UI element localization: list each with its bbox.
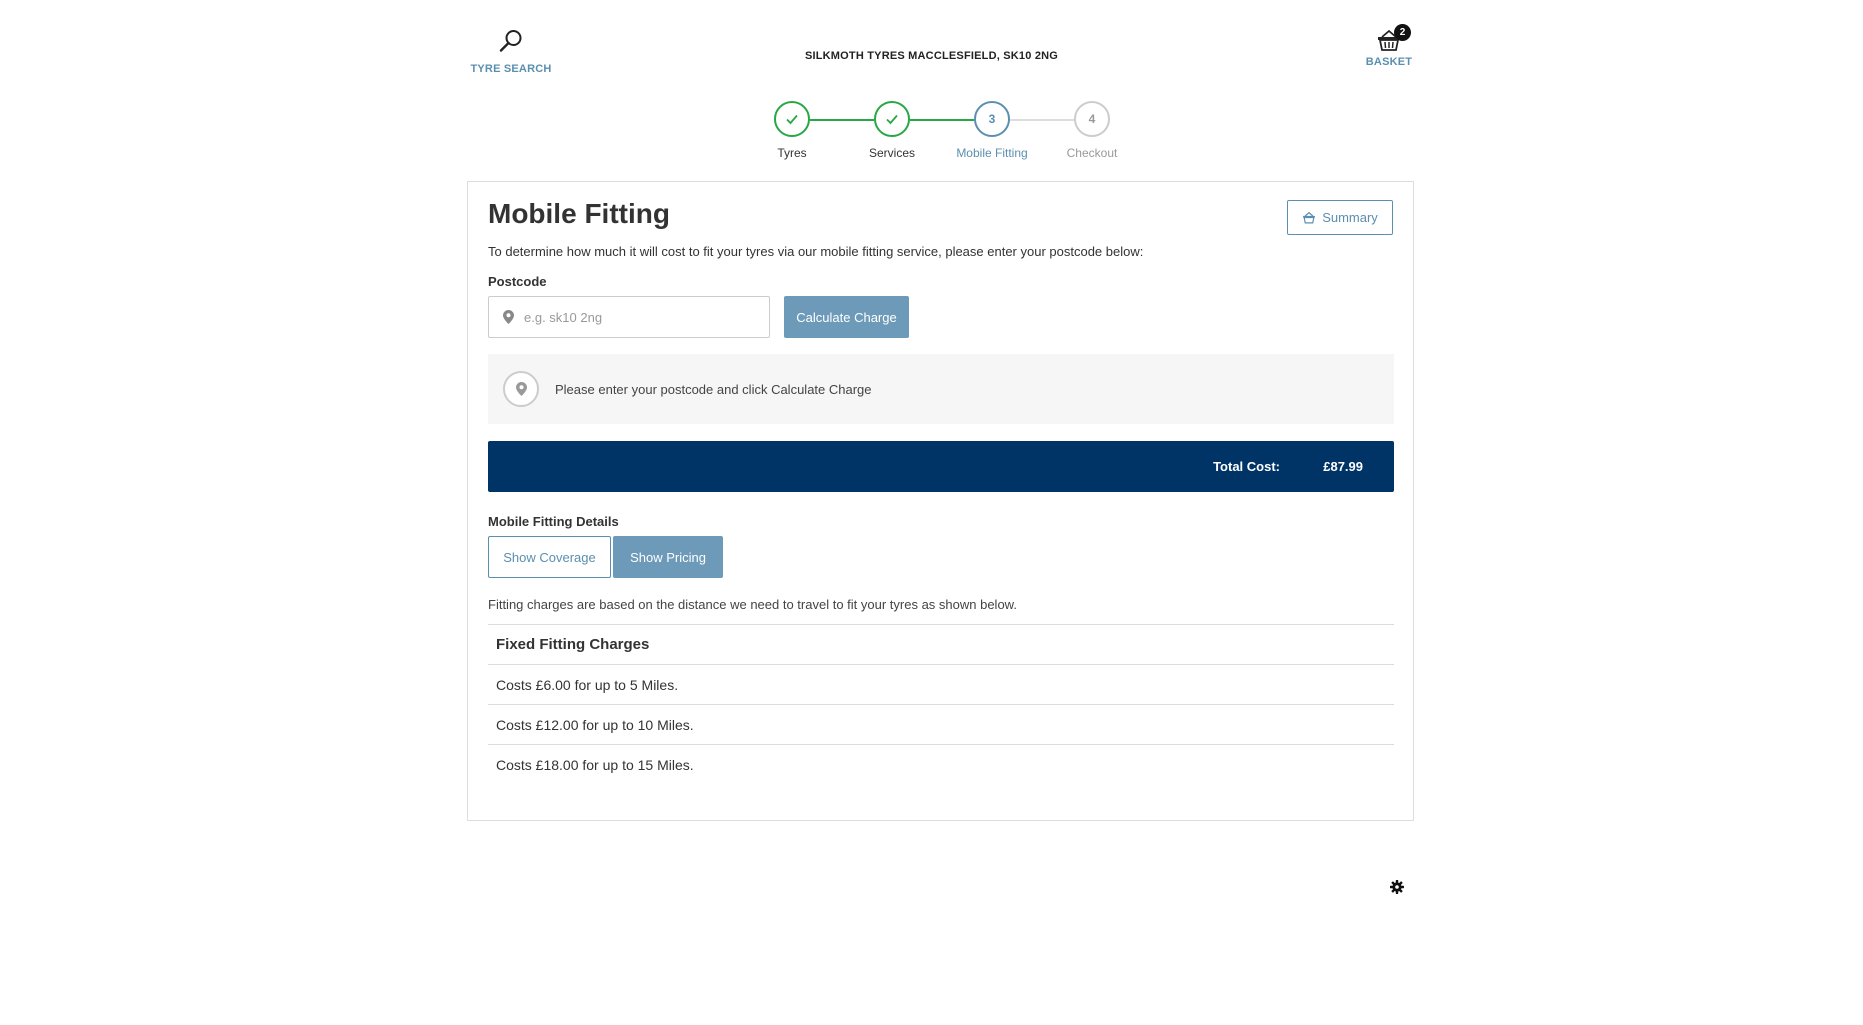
table-row: Costs £6.00 for up to 5 Miles. <box>488 664 1394 704</box>
basket-count-badge: 2 <box>1394 24 1411 41</box>
show-pricing-button[interactable]: Show Pricing <box>613 536 723 578</box>
step-label: Services <box>868 146 915 160</box>
basket-icon <box>1302 211 1316 224</box>
step-number: 4 <box>1074 101 1110 137</box>
summary-label: Summary <box>1322 210 1378 225</box>
gear-icon[interactable] <box>1390 880 1404 894</box>
mobile-fitting-details-label: Mobile Fitting Details <box>488 514 619 529</box>
basket-link[interactable]: 2 BASKET <box>1349 24 1429 68</box>
table-row: Costs £18.00 for up to 15 Miles. <box>488 744 1394 784</box>
total-cost-label: Total Cost: <box>1213 459 1280 474</box>
basket-label: BASKET <box>1365 56 1413 68</box>
total-cost-value: £87.99 <box>1323 459 1363 474</box>
map-marker-icon <box>503 310 514 324</box>
show-coverage-button[interactable]: Show Coverage <box>488 536 611 578</box>
stepper-connector <box>810 119 874 121</box>
stepper-connector <box>1010 119 1074 121</box>
step-label: Tyres <box>777 146 807 160</box>
intro-text: To determine how much it will cost to fi… <box>488 244 1144 259</box>
step-tyres[interactable]: Tyres <box>742 101 842 160</box>
step-label: Checkout <box>1066 146 1118 160</box>
postcode-info-box: Please enter your postcode and click Cal… <box>488 354 1394 424</box>
basket-icon: 2 <box>1376 24 1411 52</box>
info-message: Please enter your postcode and click Cal… <box>555 381 872 397</box>
fitting-charges-table: Fixed Fitting Charges Costs £6.00 for up… <box>488 624 1394 784</box>
step-mobile-fitting: 3 Mobile Fitting <box>942 101 1042 160</box>
page-title: Mobile Fitting <box>488 198 670 229</box>
checkout-stepper: Tyres Services 3 Mobile Fitting 4 Checko… <box>742 101 1142 161</box>
check-icon <box>774 101 810 137</box>
postcode-input[interactable] <box>524 309 744 325</box>
summary-button[interactable]: Summary <box>1287 200 1393 235</box>
store-name: SILKMOTH TYRES MACCLESFIELD, SK10 2NG <box>804 50 1059 62</box>
step-label: Mobile Fitting <box>956 146 1028 160</box>
stepper-connector <box>910 119 974 121</box>
step-services[interactable]: Services <box>842 101 942 160</box>
postcode-field[interactable] <box>488 296 770 338</box>
fitting-charges-note: Fitting charges are based on the distanc… <box>488 597 1017 612</box>
check-icon <box>874 101 910 137</box>
step-checkout: 4 Checkout <box>1042 101 1142 160</box>
map-marker-icon <box>503 371 539 407</box>
tyre-search-label: TYRE SEARCH <box>470 63 552 75</box>
table-row: Costs £12.00 for up to 10 Miles. <box>488 704 1394 744</box>
mobile-fitting-card: Mobile Fitting Summary To determine how … <box>467 181 1414 821</box>
total-cost-bar: Total Cost: £87.99 <box>488 441 1394 492</box>
postcode-label: Postcode <box>488 274 547 289</box>
table-header: Fixed Fitting Charges <box>488 624 1394 664</box>
calculate-charge-button[interactable]: Calculate Charge <box>784 296 909 338</box>
step-number: 3 <box>974 101 1010 137</box>
